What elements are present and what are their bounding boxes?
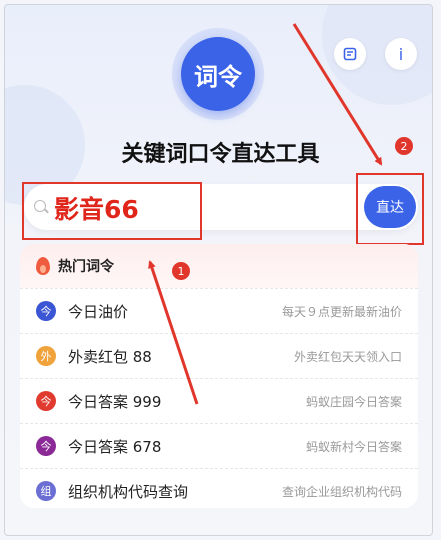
annotation-marker-2: 2 [395,137,413,155]
annotation-arrows [148,23,383,405]
annotation-marker-1: 1 [172,262,190,280]
annotation-arrow-2 [292,23,383,166]
annotation-arrow-1 [148,260,199,405]
